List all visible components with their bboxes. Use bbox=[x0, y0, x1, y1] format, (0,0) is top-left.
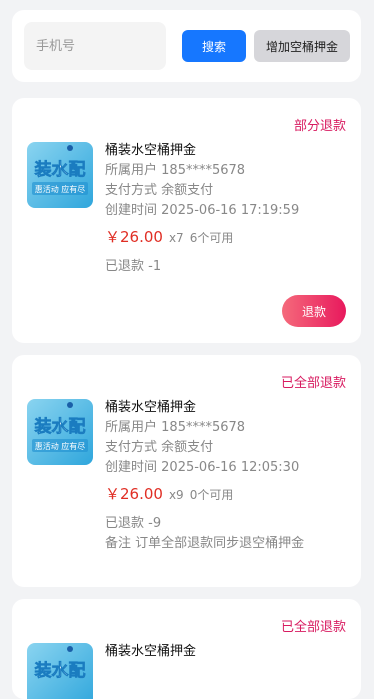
product-image: 装水配 bbox=[27, 643, 93, 699]
created-time: 创建时间 2025-06-16 12:05:30 bbox=[105, 460, 300, 475]
quantity: x7 bbox=[168, 231, 184, 245]
refund-button[interactable]: 退款 bbox=[282, 295, 346, 327]
product-image-text: 装水配 bbox=[34, 416, 86, 437]
product-title: 桶装水空桶押金 bbox=[105, 143, 197, 158]
available-count: 6个可用 bbox=[189, 231, 234, 245]
refunded-count: 已退款 -1 bbox=[105, 259, 162, 274]
product-image-text: 装水配 bbox=[34, 660, 86, 681]
order-info: 桶装水空桶押金 所属用户 185****5678 支付方式 余额支付 创建时间 … bbox=[105, 141, 351, 277]
available-count: 0个可用 bbox=[189, 488, 234, 502]
order-card: 已全部退款 装水配 桶装水空桶押金 bbox=[12, 599, 361, 699]
phone-search-input[interactable] bbox=[24, 22, 166, 70]
created-time: 创建时间 2025-06-16 17:19:59 bbox=[105, 203, 300, 218]
status-badge: 已全部退款 bbox=[280, 376, 346, 391]
product-title: 桶装水空桶押金 bbox=[105, 644, 197, 659]
add-bucket-deposit-button[interactable]: 增加空桶押金 bbox=[254, 30, 350, 62]
quantity: x9 bbox=[168, 488, 184, 502]
product-image: 装水配 惠活动 应有尽 bbox=[27, 142, 93, 208]
payment-method: 支付方式 余额支付 bbox=[105, 440, 214, 455]
product-image-text: 装水配 bbox=[34, 159, 86, 180]
payment-method: 支付方式 余额支付 bbox=[105, 183, 214, 198]
price: ￥26.00 bbox=[105, 228, 163, 246]
order-card: 已全部退款 装水配 惠活动 应有尽 桶装水空桶押金 所属用户 185****56… bbox=[12, 355, 361, 587]
order-info: 桶装水空桶押金 bbox=[105, 642, 351, 662]
remark: 备注 订单全部退款同步退空桶押金 bbox=[105, 536, 305, 551]
price-row: ￥26.00 x7 6个可用 bbox=[105, 221, 351, 253]
status-badge: 已全部退款 bbox=[280, 620, 346, 635]
price-row: ￥26.00 x9 0个可用 bbox=[105, 478, 351, 510]
refunded-count: 已退款 -9 bbox=[105, 516, 162, 531]
product-image-subtext: 惠活动 应有尽 bbox=[35, 184, 86, 194]
search-bar: 搜索 增加空桶押金 bbox=[12, 10, 361, 82]
owner-user: 所属用户 185****5678 bbox=[105, 163, 246, 178]
price: ￥26.00 bbox=[105, 485, 163, 503]
order-card: 部分退款 装水配 惠活动 应有尽 桶装水空桶押金 所属用户 185****567… bbox=[12, 98, 361, 343]
product-image: 装水配 惠活动 应有尽 bbox=[27, 399, 93, 465]
owner-user: 所属用户 185****5678 bbox=[105, 420, 246, 435]
product-image-subtext: 惠活动 应有尽 bbox=[35, 441, 86, 451]
order-info: 桶装水空桶押金 所属用户 185****5678 支付方式 余额支付 创建时间 … bbox=[105, 398, 351, 554]
search-button[interactable]: 搜索 bbox=[182, 30, 246, 62]
status-badge: 部分退款 bbox=[293, 119, 346, 134]
product-title: 桶装水空桶押金 bbox=[105, 400, 197, 415]
